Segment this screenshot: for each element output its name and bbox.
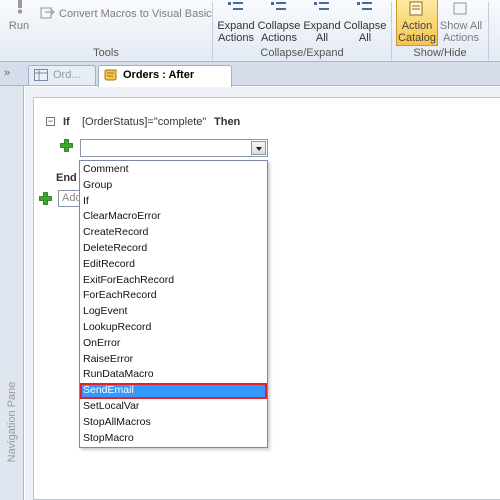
expand-all-label-1: Expand	[303, 20, 341, 32]
dropdown-item-logevent[interactable]: LogEvent	[80, 304, 267, 320]
expand-actions-label-1: Expand	[217, 20, 255, 32]
dropdown-item-clearmacroerror[interactable]: ClearMacroError	[80, 209, 267, 225]
then-keyword: Then	[214, 116, 241, 128]
dropdown-item-setlocalvar[interactable]: SetLocalVar	[80, 399, 267, 415]
add-new-action-dropdown[interactable]	[80, 139, 268, 157]
action-catalog-label-2: Catalog	[398, 32, 436, 44]
show-hide-group-label: Show/Hide	[413, 47, 467, 59]
convert-macros-label: Convert Macros to Visual Basic	[59, 8, 212, 20]
dropdown-item-deleterecord[interactable]: DeleteRecord	[80, 241, 267, 257]
expand-all-label-2: All	[315, 32, 329, 44]
run-label: Run	[8, 20, 30, 32]
tab-orders-after-update[interactable]: Orders : After Update :	[98, 65, 232, 99]
expand-actions-button[interactable]: Expand Actions	[215, 0, 257, 44]
collapse-all-label-2: All	[358, 32, 372, 44]
expand-all-button[interactable]: Expand All	[301, 0, 343, 44]
expand-all-icon	[314, 2, 329, 10]
dropdown-item-group[interactable]: Group	[80, 178, 267, 194]
dropdown-item-exitforeachrecord[interactable]: ExitForEachRecord	[80, 273, 267, 289]
dropdown-item-editrecord[interactable]: EditRecord	[80, 257, 267, 273]
show-all-actions-icon	[453, 2, 467, 15]
action-catalog-label-1: Action	[401, 20, 433, 32]
dropdown-item-raiseerror[interactable]: RaiseError	[80, 352, 267, 368]
collapse-all-icon	[357, 2, 372, 10]
dropdown-item-createrecord[interactable]: CreateRecord	[80, 225, 267, 241]
expand-actions-icon	[228, 2, 243, 10]
collapse-if-toggle[interactable]: −	[46, 117, 55, 126]
tab-orders-table[interactable]: Ord...	[28, 65, 96, 85]
macro-scroll-icon	[104, 69, 117, 81]
table-icon	[34, 69, 48, 81]
collapse-all-label-1: Collapse	[343, 20, 387, 32]
dropdown-arrow-icon[interactable]	[251, 141, 266, 155]
convert-macros-icon	[40, 7, 55, 19]
action-catalog-button[interactable]: Action Catalog	[396, 0, 438, 46]
exclamation-icon	[17, 0, 23, 14]
dropdown-item-sendemail[interactable]: SendEmail	[80, 383, 267, 399]
dropdown-item-lookuprecord[interactable]: LookupRecord	[80, 320, 267, 336]
dropdown-item-stopallmacros[interactable]: StopAllMacros	[80, 415, 267, 431]
action-dropdown-list[interactable]: Comment Group If ClearMacroError CreateRecor…	[79, 160, 268, 448]
collapse-actions-icon	[271, 2, 286, 10]
add-action-plus-icon[interactable]	[60, 139, 73, 152]
show-all-actions-button[interactable]: Show All Actions	[438, 0, 484, 44]
collapse-all-button[interactable]: Collapse All	[343, 0, 387, 44]
expand-actions-label-2: Actions	[217, 32, 255, 44]
if-keyword: If	[63, 116, 70, 128]
catalog-icon	[409, 1, 423, 16]
dropdown-item-stopmacro[interactable]: StopMacro	[80, 431, 267, 447]
run-button[interactable]: Run	[4, 0, 34, 34]
tab-orders-label: Ord...	[53, 69, 81, 81]
ribbon-separator	[488, 2, 489, 60]
document-tab-strip: » Ord... Orders : After Update :	[0, 62, 500, 99]
collapse-actions-label-2: Actions	[260, 32, 298, 44]
add-action-plus-icon[interactable]	[39, 192, 52, 205]
show-all-actions-label-1: Show All	[439, 20, 483, 32]
show-all-actions-label-2: Actions	[442, 32, 480, 44]
ribbon: Run Convert Macros to Visual Basic Tools…	[0, 0, 500, 62]
tools-group-label: Tools	[93, 47, 119, 59]
dropdown-item-comment[interactable]: Comment	[80, 162, 267, 178]
dropdown-item-if[interactable]: If	[80, 194, 267, 210]
navigation-pane-label: Navigation Pane	[6, 381, 18, 463]
nav-pane-chevron-icon[interactable]: »	[4, 67, 10, 79]
collapse-expand-group-label: Collapse/Expand	[260, 47, 344, 59]
convert-macros-button[interactable]: Convert Macros to Visual Basic	[40, 6, 212, 24]
navigation-pane[interactable]: Navigation Pane	[0, 86, 24, 500]
dropdown-item-onerror[interactable]: OnError	[80, 336, 267, 352]
if-condition[interactable]: [OrderStatus]="complete"	[82, 116, 206, 128]
dropdown-item-foreachrecord[interactable]: ForEachRecord	[80, 288, 267, 304]
dropdown-item-rundatamacro[interactable]: RunDataMacro	[80, 367, 267, 383]
collapse-actions-button[interactable]: Collapse Actions	[257, 0, 301, 44]
collapse-actions-label-1: Collapse	[257, 20, 301, 32]
